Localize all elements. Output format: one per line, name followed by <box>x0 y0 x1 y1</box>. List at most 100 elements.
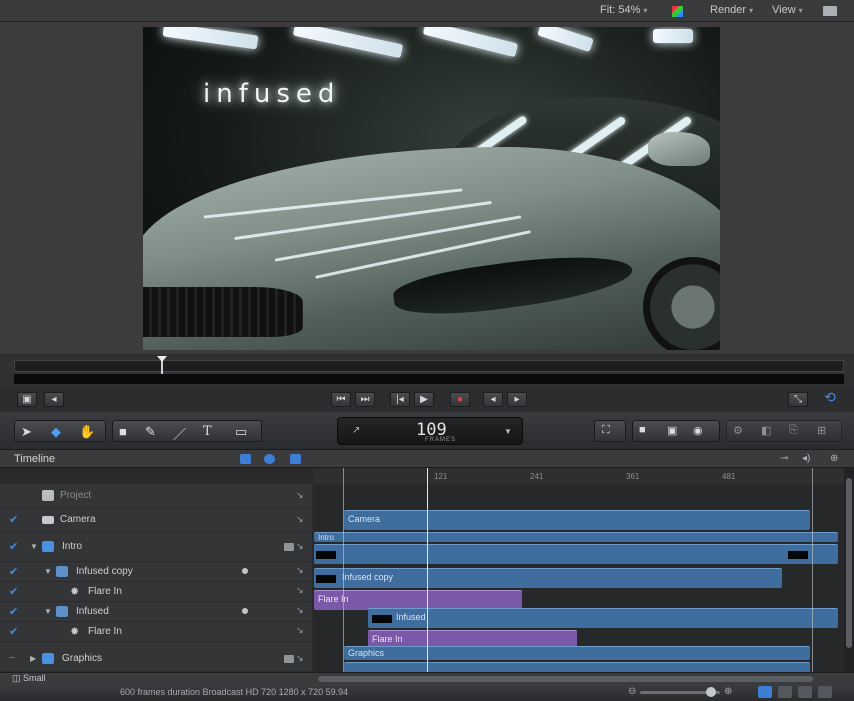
show-tracks-icon[interactable] <box>240 454 251 464</box>
track-thumbnail <box>316 575 336 583</box>
text-icon[interactable]: T <box>203 424 212 439</box>
track-size-label[interactable]: ◫ Small <box>12 673 46 684</box>
layout-icon[interactable] <box>823 6 837 16</box>
blend-mode-icon[interactable]: ↘ <box>296 565 304 576</box>
next-frame-button[interactable]: ▸ <box>507 392 527 407</box>
go-to-end-button[interactable]: ⏭ <box>355 392 375 407</box>
disclosure-triangle-icon[interactable]: ▶ <box>30 654 36 663</box>
play-range-out-marker[interactable] <box>812 468 813 672</box>
disclosure-triangle-icon[interactable]: ▼ <box>44 567 52 576</box>
transform-icon[interactable]: ◆ <box>51 424 61 440</box>
layer-row-intro[interactable]: ✔ ▼ Intro ↘ <box>0 532 312 562</box>
layer-enable-checkbox[interactable]: ✔ <box>9 625 18 638</box>
layer-enable-checkbox[interactable]: ✔ <box>9 513 18 526</box>
keyframe-view-button[interactable] <box>798 686 812 698</box>
zoom-slider-knob[interactable] <box>706 687 716 697</box>
particles-icon[interactable]: ⊞ <box>817 424 826 437</box>
layer-row-camera[interactable]: ✔ Camera ↘ <box>0 508 312 532</box>
mark-in-button[interactable]: ▣ <box>17 392 37 407</box>
mini-playhead[interactable] <box>157 356 167 374</box>
track-bar-intro-group[interactable] <box>314 544 838 564</box>
timeline-ruler[interactable]: 121 241 361 481 <box>314 468 844 484</box>
fit-frame-button[interactable]: ⛶ <box>594 420 626 442</box>
canvas-viewer[interactable]: infused <box>0 22 854 354</box>
layer-row-infused-copy[interactable]: ✔ ▼ Infused copy ↘ <box>0 562 312 582</box>
mini-timeline-track[interactable] <box>14 360 844 372</box>
track-bar-infused-copy[interactable]: Infused copy <box>314 568 782 588</box>
blend-mode-icon[interactable]: ↘ <box>296 605 304 616</box>
drawing-tools: ■ ✎ ／ T ▭ <box>112 420 262 442</box>
light-icon[interactable]: ▣ <box>667 424 677 437</box>
layer-row-graphics[interactable]: − ▶ Graphics ↘ <box>0 642 312 672</box>
disclosure-triangle-icon[interactable]: ▼ <box>44 607 52 616</box>
blend-mode-icon[interactable]: ↘ <box>296 514 304 525</box>
mask-icon[interactable]: ▭ <box>235 424 247 440</box>
layer-row-flare-in-2[interactable]: ✔ ✸ Flare In ↘ <box>0 622 312 642</box>
color-channel-icon[interactable] <box>672 6 683 17</box>
track-bar-intro[interactable]: Intro <box>314 532 838 542</box>
blend-mode-icon[interactable]: ↘ <box>296 585 304 596</box>
bezier-icon[interactable]: ✎ <box>145 424 156 440</box>
chevron-down-icon[interactable]: ▼ <box>504 427 512 436</box>
layer-row-flare-in[interactable]: ✔ ✸ Flare In ↘ <box>0 582 312 602</box>
timeline-zoom-icon[interactable]: ⊕ <box>830 453 838 464</box>
minimize-view-button[interactable] <box>818 686 832 698</box>
zoom-out-icon[interactable]: ⊖ <box>628 686 636 697</box>
layer-enable-checkbox[interactable]: ✔ <box>9 605 18 618</box>
ruler-tick: 121 <box>434 472 448 481</box>
snapping-icon[interactable]: ⊸ <box>780 453 788 464</box>
track-bar-infused[interactable]: Infused <box>368 608 838 628</box>
camera-icon[interactable]: ■ <box>639 424 646 436</box>
timeline-vertical-scrollbar[interactable] <box>844 468 854 672</box>
timeline-playhead[interactable] <box>427 468 428 672</box>
blend-mode-icon[interactable]: ↘ <box>296 541 304 552</box>
timeline-tracks[interactable]: Camera Intro Infused copy Flare In Infus… <box>314 484 844 672</box>
render-menu[interactable]: Render ▾ <box>710 4 753 16</box>
timeline-view-button[interactable] <box>758 686 772 698</box>
toolbar: ➤ ◆ ✋ ■ ✎ ／ T ▭ ↗ 109 FRAMES ▼ ⛶ ■ ▣ ◉ ⚙… <box>0 412 854 450</box>
audio-button[interactable]: ◂ <box>44 392 64 407</box>
paint-stroke-icon[interactable]: ／ <box>173 424 186 443</box>
track-bar-graphics[interactable]: Graphics <box>344 646 810 660</box>
show-audio-icon[interactable] <box>290 454 301 464</box>
fit-menu[interactable]: Fit: 54% ▾ <box>600 4 647 16</box>
layer-enable-checkbox[interactable]: ✔ <box>9 540 18 553</box>
layer-dot-icon[interactable] <box>242 568 248 574</box>
replicate-icon[interactable]: ⎘ <box>789 424 798 437</box>
step-back-button[interactable]: |◂ <box>390 392 410 407</box>
timeline-horizontal-scrollbar[interactable] <box>318 676 813 682</box>
zoom-in-icon[interactable]: ⊕ <box>724 686 732 697</box>
rectangle-icon[interactable]: ■ <box>119 424 127 439</box>
blend-mode-icon[interactable]: ↘ <box>296 490 304 501</box>
loop-icon[interactable]: ⟲ <box>820 390 840 406</box>
view-menu[interactable]: View ▾ <box>772 4 803 16</box>
blend-mode-icon[interactable]: ↘ <box>296 625 304 636</box>
track-bar-graphics-child[interactable] <box>344 662 810 672</box>
timecode-display[interactable]: ↗ 109 FRAMES ▼ <box>337 417 523 445</box>
generator-icon[interactable]: ◉ <box>693 424 703 437</box>
layer-row-infused[interactable]: ✔ ▼ Infused ↘ <box>0 602 312 622</box>
timeline-audio-icon[interactable]: ◂) <box>802 453 810 464</box>
layer-enable-checkbox[interactable]: − <box>9 652 15 664</box>
pan-hand-icon[interactable]: ✋ <box>79 424 95 440</box>
mini-timeline[interactable] <box>0 354 854 388</box>
disclosure-triangle-icon[interactable]: ▼ <box>30 542 38 551</box>
track-bar-flare-in[interactable]: Flare In <box>314 590 522 610</box>
filters-icon[interactable]: ◧ <box>761 424 771 437</box>
record-button[interactable]: ● <box>450 392 470 407</box>
show-keyframes-icon[interactable] <box>264 454 275 464</box>
layer-enable-checkbox[interactable]: ✔ <box>9 565 18 578</box>
select-arrow-icon[interactable]: ➤ <box>21 424 32 440</box>
track-bar-camera[interactable]: Camera <box>344 510 810 530</box>
go-to-start-button[interactable]: ⏮ <box>331 392 351 407</box>
layer-dot-icon[interactable] <box>242 608 248 614</box>
play-range-in-marker[interactable] <box>343 468 344 672</box>
previous-frame-button[interactable]: ◂ <box>483 392 503 407</box>
behaviors-gear-icon[interactable]: ⚙ <box>733 424 743 437</box>
layer-row-project[interactable]: Project ↘ <box>0 484 312 508</box>
blend-mode-icon[interactable]: ↘ <box>296 653 304 664</box>
audio-view-button[interactable] <box>778 686 792 698</box>
layer-enable-checkbox[interactable]: ✔ <box>9 585 18 598</box>
expand-icon[interactable]: ⤡ <box>788 392 808 407</box>
play-button[interactable]: ▶ <box>414 392 434 407</box>
